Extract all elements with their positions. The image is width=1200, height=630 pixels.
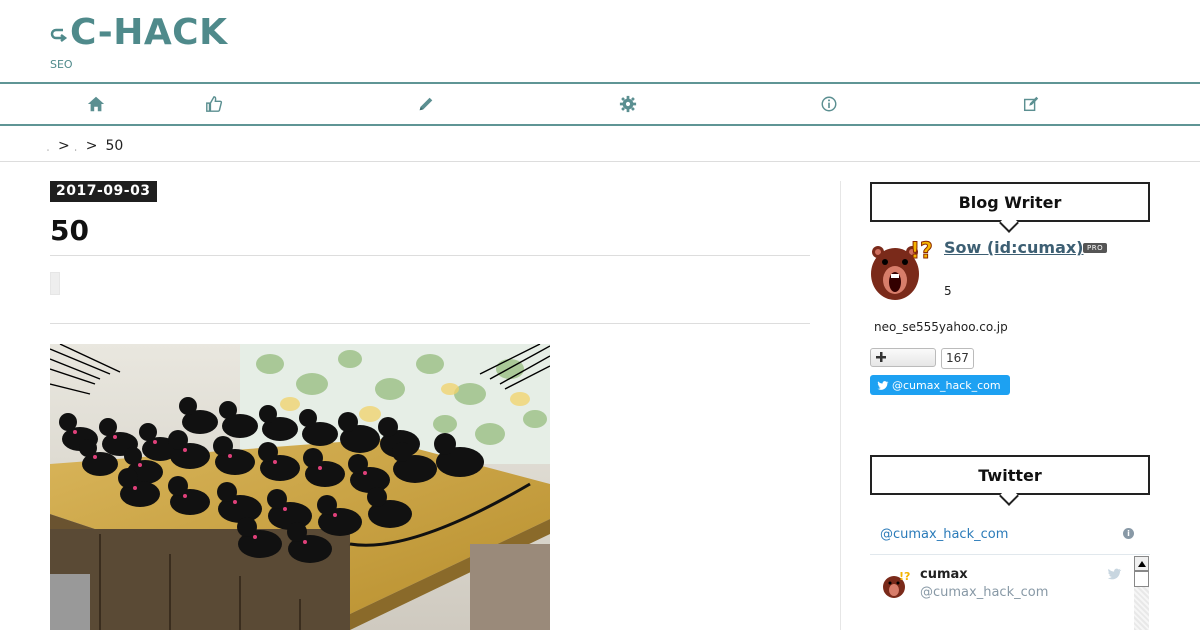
gear-icon[interactable] (618, 94, 638, 114)
follow-button[interactable] (870, 348, 936, 367)
scrollbar-thumb[interactable] (1134, 571, 1149, 587)
breadcrumb: ̣ > ̣ > 50 (50, 138, 123, 154)
twitter-bird-icon (877, 380, 889, 390)
sidebar-divider (840, 181, 841, 630)
writer-name-link[interactable]: Sow (id:cumax) (944, 238, 1084, 257)
twitter-module-title: Twitter (978, 465, 1042, 485)
arrow-loop-icon (50, 23, 68, 47)
scroll-up-arrow[interactable] (1134, 556, 1149, 571)
divider (50, 255, 810, 256)
breadcrumb-separator: > (85, 138, 98, 154)
global-nav (0, 82, 1200, 126)
info-icon[interactable]: i (1123, 528, 1134, 539)
tweet-author-name[interactable]: cumax (920, 567, 968, 582)
writer-email: neo_se555yahoo.co.jp (874, 320, 1008, 334)
thumbs-up-icon[interactable] (204, 94, 224, 114)
writer-module-heading: Blog Writer (870, 182, 1150, 222)
breadcrumb-current: 50 (105, 138, 124, 154)
tweet-avatar[interactable]: !? (881, 569, 911, 599)
svg-text:!?: !? (899, 570, 910, 583)
post-photo (50, 344, 550, 630)
divider (50, 323, 810, 324)
twitter-module-heading: Twitter (870, 455, 1150, 495)
site-header: C-HACK SEO (0, 0, 1200, 82)
svg-text:!?: !? (910, 239, 933, 264)
twitter-bird-icon[interactable] (1105, 566, 1123, 582)
site-logo[interactable]: C-HACK (50, 12, 228, 53)
writer-avatar[interactable]: !? (870, 238, 934, 302)
plus-icon (875, 348, 887, 367)
edit-icon[interactable] (1021, 94, 1041, 114)
writer-module-title: Blog Writer (958, 192, 1062, 212)
post-title[interactable]: 50 (50, 214, 89, 247)
site-title: C-HACK (70, 12, 228, 53)
divider (870, 554, 1150, 555)
follower-count: 167 (941, 348, 974, 369)
post-date[interactable]: 2017-09-03 (50, 181, 157, 202)
writer-count: 5 (944, 284, 952, 298)
pro-badge: PRO (1083, 243, 1108, 253)
tweet-author-handle[interactable]: @cumax_hack_com (920, 585, 1048, 600)
timeline-scrollbar[interactable] (1134, 556, 1149, 630)
twitter-timeline-handle[interactable]: @cumax_hack_com (880, 527, 1008, 542)
home-icon[interactable] (86, 94, 106, 114)
site-subtitle: SEO (50, 58, 73, 71)
twitter-follow-button[interactable]: @cumax_hack_com (870, 375, 1010, 395)
pencil-icon[interactable] (416, 94, 436, 114)
share-button[interactable] (50, 272, 60, 295)
twitter-follow-label: @cumax_hack_com (892, 378, 1001, 392)
info-icon[interactable] (819, 94, 839, 114)
breadcrumb-separator: > (58, 138, 70, 154)
breadcrumb-divider (0, 161, 1200, 162)
